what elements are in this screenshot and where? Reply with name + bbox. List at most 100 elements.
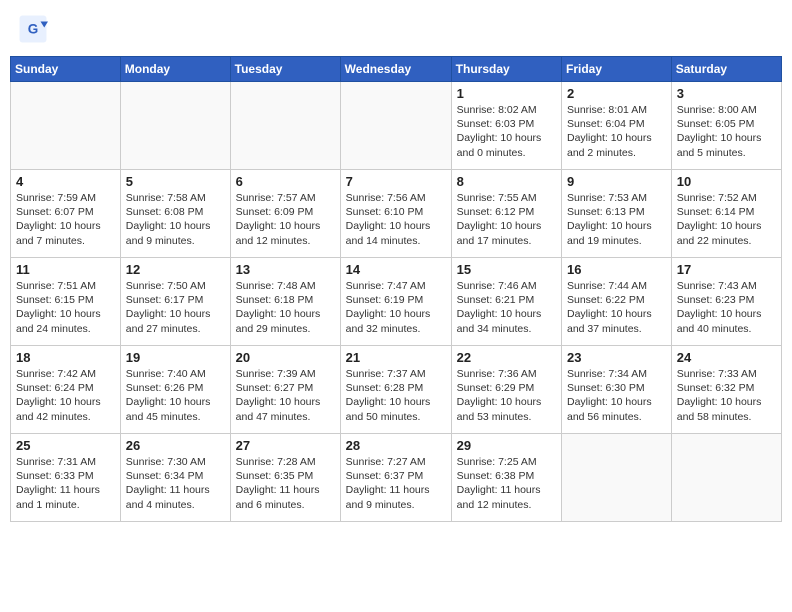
day-info: Sunrise: 7:44 AMSunset: 6:22 PMDaylight:… — [567, 279, 666, 336]
day-number: 16 — [567, 262, 666, 277]
day-number: 21 — [346, 350, 446, 365]
day-info: Sunrise: 7:39 AMSunset: 6:27 PMDaylight:… — [236, 367, 335, 424]
calendar-cell: 4Sunrise: 7:59 AMSunset: 6:07 PMDaylight… — [11, 170, 121, 258]
calendar-week-row: 4Sunrise: 7:59 AMSunset: 6:07 PMDaylight… — [11, 170, 782, 258]
day-info: Sunrise: 8:02 AMSunset: 6:03 PMDaylight:… — [457, 103, 556, 160]
day-info: Sunrise: 7:50 AMSunset: 6:17 PMDaylight:… — [126, 279, 225, 336]
calendar-cell: 17Sunrise: 7:43 AMSunset: 6:23 PMDayligh… — [671, 258, 781, 346]
calendar-cell — [340, 82, 451, 170]
header: G — [10, 10, 782, 48]
calendar-cell: 14Sunrise: 7:47 AMSunset: 6:19 PMDayligh… — [340, 258, 451, 346]
day-info: Sunrise: 7:58 AMSunset: 6:08 PMDaylight:… — [126, 191, 225, 248]
calendar-cell: 21 Sunrise: 7:37 AMSunset: 6:28 PMDayligh… — [340, 346, 451, 434]
weekday-header-friday: Friday — [562, 57, 672, 82]
day-info: Sunrise: 7:33 AMSunset: 6:32 PMDaylight:… — [677, 367, 776, 424]
calendar-cell: 12 Sunrise: 7:50 AMSunset: 6:17 PMDayligh… — [120, 258, 230, 346]
calendar-cell: 23 Sunrise: 7:34 AMSunset: 6:30 PMDayligh… — [562, 346, 672, 434]
day-number: 5 — [126, 174, 225, 189]
day-info: Sunrise: 7:42 AMSunset: 6:24 PMDaylight:… — [16, 367, 115, 424]
day-info: Sunrise: 7:40 AMSunset: 6:26 PMDaylight:… — [126, 367, 225, 424]
calendar-cell — [230, 82, 340, 170]
calendar-week-row: 25 Sunrise: 7:31 AMSunset: 6:33 PMDayligh… — [11, 434, 782, 522]
day-number: 14 — [346, 262, 446, 277]
calendar-cell: 1 Sunrise: 8:02 AMSunset: 6:03 PMDaylight… — [451, 82, 561, 170]
day-number: 23 — [567, 350, 666, 365]
day-number: 20 — [236, 350, 335, 365]
day-number: 26 — [126, 438, 225, 453]
calendar-cell: 10 Sunrise: 7:52 AMSunset: 6:14 PMDayligh… — [671, 170, 781, 258]
day-number: 9 — [567, 174, 666, 189]
day-number: 7 — [346, 174, 446, 189]
calendar-week-row: 18 Sunrise: 7:42 AMSunset: 6:24 PMDayligh… — [11, 346, 782, 434]
day-number: 22 — [457, 350, 556, 365]
calendar-cell: 16 Sunrise: 7:44 AMSunset: 6:22 PMDayligh… — [562, 258, 672, 346]
day-info: Sunrise: 7:30 AMSunset: 6:34 PMDaylight:… — [126, 455, 225, 512]
calendar-cell: 28 Sunrise: 7:27 AMSunset: 6:37 PMDayligh… — [340, 434, 451, 522]
day-number: 2 — [567, 86, 666, 101]
calendar-week-row: 11 Sunrise: 7:51 AMSunset: 6:15 PMDayligh… — [11, 258, 782, 346]
day-info: Sunrise: 7:25 AMSunset: 6:38 PMDaylight:… — [457, 455, 556, 512]
calendar-cell: 19 Sunrise: 7:40 AMSunset: 6:26 PMDayligh… — [120, 346, 230, 434]
calendar-cell: 13 Sunrise: 7:48 AMSunset: 6:18 PMDayligh… — [230, 258, 340, 346]
day-info: Sunrise: 7:48 AMSunset: 6:18 PMDaylight:… — [236, 279, 335, 336]
day-info: Sunrise: 8:00 AMSunset: 6:05 PMDaylight:… — [677, 103, 776, 160]
calendar-cell: 22 Sunrise: 7:36 AMSunset: 6:29 PMDayligh… — [451, 346, 561, 434]
day-info: Sunrise: 7:56 AMSunset: 6:10 PMDaylight:… — [346, 191, 446, 248]
day-info: Sunrise: 7:52 AMSunset: 6:14 PMDaylight:… — [677, 191, 776, 248]
day-info: Sunrise: 7:55 AMSunset: 6:12 PMDaylight:… — [457, 191, 556, 248]
calendar-table: SundayMondayTuesdayWednesdayThursdayFrid… — [10, 56, 782, 522]
day-number: 8 — [457, 174, 556, 189]
day-info: Sunrise: 7:53 AMSunset: 6:13 PMDaylight:… — [567, 191, 666, 248]
day-number: 11 — [16, 262, 115, 277]
day-number: 19 — [126, 350, 225, 365]
day-info: Sunrise: 7:43 AMSunset: 6:23 PMDaylight:… — [677, 279, 776, 336]
weekday-header-tuesday: Tuesday — [230, 57, 340, 82]
calendar-cell: 8 Sunrise: 7:55 AMSunset: 6:12 PMDaylight… — [451, 170, 561, 258]
weekday-header-thursday: Thursday — [451, 57, 561, 82]
weekday-header-row: SundayMondayTuesdayWednesdayThursdayFrid… — [11, 57, 782, 82]
day-number: 10 — [677, 174, 776, 189]
day-number: 18 — [16, 350, 115, 365]
calendar-cell: 18 Sunrise: 7:42 AMSunset: 6:24 PMDayligh… — [11, 346, 121, 434]
day-info: Sunrise: 7:37 AMSunset: 6:28 PMDaylight:… — [346, 367, 446, 424]
day-info: Sunrise: 7:34 AMSunset: 6:30 PMDaylight:… — [567, 367, 666, 424]
calendar-cell: 25 Sunrise: 7:31 AMSunset: 6:33 PMDayligh… — [11, 434, 121, 522]
day-info: Sunrise: 7:27 AMSunset: 6:37 PMDaylight:… — [346, 455, 446, 512]
logo-icon: G — [18, 14, 48, 44]
calendar-cell: 11 Sunrise: 7:51 AMSunset: 6:15 PMDayligh… — [11, 258, 121, 346]
day-info: Sunrise: 7:31 AMSunset: 6:33 PMDaylight:… — [16, 455, 115, 512]
day-info: Sunrise: 7:51 AMSunset: 6:15 PMDaylight:… — [16, 279, 115, 336]
day-info: Sunrise: 7:36 AMSunset: 6:29 PMDaylight:… — [457, 367, 556, 424]
logo: G — [18, 14, 52, 44]
day-number: 27 — [236, 438, 335, 453]
svg-text:G: G — [28, 22, 39, 37]
calendar-cell: 29 Sunrise: 7:25 AMSunset: 6:38 PMDayligh… — [451, 434, 561, 522]
calendar-cell: 5 Sunrise: 7:58 AMSunset: 6:08 PMDaylight… — [120, 170, 230, 258]
calendar-cell: 6 Sunrise: 7:57 AMSunset: 6:09 PMDaylight… — [230, 170, 340, 258]
calendar-cell: 15Sunrise: 7:46 AMSunset: 6:21 PMDayligh… — [451, 258, 561, 346]
calendar-week-row: 1 Sunrise: 8:02 AMSunset: 6:03 PMDaylight… — [11, 82, 782, 170]
calendar-cell: 24Sunrise: 7:33 AMSunset: 6:32 PMDayligh… — [671, 346, 781, 434]
calendar-cell: 3 Sunrise: 8:00 AMSunset: 6:05 PMDaylight… — [671, 82, 781, 170]
day-info: Sunrise: 7:57 AMSunset: 6:09 PMDaylight:… — [236, 191, 335, 248]
calendar-cell: 7 Sunrise: 7:56 AMSunset: 6:10 PMDaylight… — [340, 170, 451, 258]
calendar-cell — [120, 82, 230, 170]
day-number: 29 — [457, 438, 556, 453]
day-number: 28 — [346, 438, 446, 453]
day-info: Sunrise: 7:59 AMSunset: 6:07 PMDaylight:… — [16, 191, 115, 248]
day-number: 6 — [236, 174, 335, 189]
calendar-cell: 9 Sunrise: 7:53 AMSunset: 6:13 PMDaylight… — [562, 170, 672, 258]
calendar-cell: 27Sunrise: 7:28 AMSunset: 6:35 PMDayligh… — [230, 434, 340, 522]
calendar-cell: 20 Sunrise: 7:39 AMSunset: 6:27 PMDayligh… — [230, 346, 340, 434]
calendar-cell — [562, 434, 672, 522]
calendar-cell: 2Sunrise: 8:01 AMSunset: 6:04 PMDaylight… — [562, 82, 672, 170]
day-number: 13 — [236, 262, 335, 277]
day-number: 3 — [677, 86, 776, 101]
day-number: 25 — [16, 438, 115, 453]
day-number: 12 — [126, 262, 225, 277]
weekday-header-saturday: Saturday — [671, 57, 781, 82]
calendar-cell: 26 Sunrise: 7:30 AMSunset: 6:34 PMDayligh… — [120, 434, 230, 522]
weekday-header-wednesday: Wednesday — [340, 57, 451, 82]
day-number: 1 — [457, 86, 556, 101]
calendar-cell — [671, 434, 781, 522]
